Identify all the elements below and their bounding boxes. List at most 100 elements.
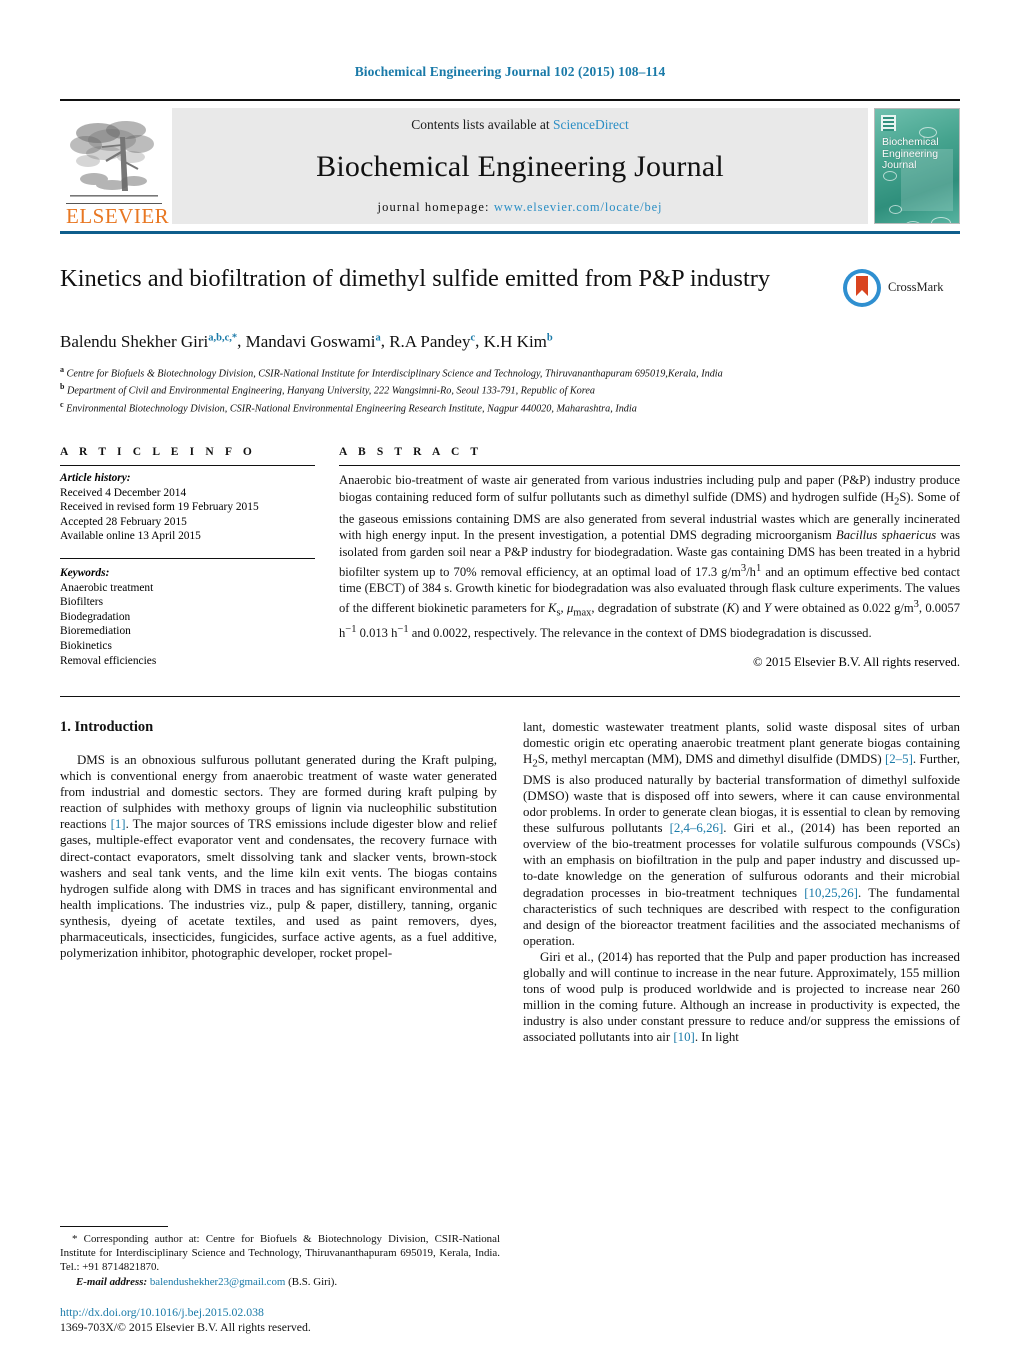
footnote-email-line: E-mail address: balendushekher23@gmail.c… xyxy=(60,1275,500,1289)
article-history-label: Article history: xyxy=(60,472,131,485)
author-affil-marks: b xyxy=(546,332,553,343)
bottom-metadata: http://dx.doi.org/10.1016/j.bej.2015.02.… xyxy=(60,1305,520,1335)
keyword-item: Anaerobic treatment xyxy=(60,581,154,594)
issn-copyright: 1369-703X/© 2015 Elsevier B.V. All right… xyxy=(60,1320,311,1334)
author-name: Balendu Shekher Giri xyxy=(60,331,209,351)
corresponding-author-footnote: * Corresponding author at: Centre for Bi… xyxy=(60,1226,500,1289)
email-label: E-mail address: xyxy=(76,1276,148,1288)
cover-bubble-icon xyxy=(905,221,921,223)
affiliation-text: Centre for Biofuels & Biotechnology Divi… xyxy=(66,368,723,380)
keyword-item: Removal efficiencies xyxy=(60,654,157,667)
paragraph-seg: . In light xyxy=(694,1030,739,1045)
keyword-item: Biodegradation xyxy=(60,610,131,623)
affiliation-item: b Department of Civil and Environmental … xyxy=(60,380,960,398)
abstract-text: Anaerobic bio-treatment of waste air gen… xyxy=(339,473,961,641)
crossmark-label: CrossMark xyxy=(888,280,944,294)
author-separator: , xyxy=(380,331,390,351)
author-separator: , xyxy=(475,331,484,351)
info-abstract-row: A R T I C L E I N F O Article history: R… xyxy=(60,446,960,670)
affiliation-mark: c xyxy=(60,400,64,410)
article-info-column: A R T I C L E I N F O Article history: R… xyxy=(60,446,315,670)
affiliation-item: c Environmental Biotechnology Division, … xyxy=(60,398,960,416)
citation-link[interactable]: [1] xyxy=(111,817,126,831)
abstract-column: A B S T R A C T Anaerobic bio-treatment … xyxy=(339,446,960,670)
history-item: Available online 13 April 2015 xyxy=(60,530,201,543)
author-name: K.H Kim xyxy=(483,331,547,351)
affiliation-text: Department of Civil and Environmental En… xyxy=(67,385,595,397)
contents-available-line: Contents lists available at ScienceDirec… xyxy=(411,117,628,133)
paragraph: lant, domestic wastewater treatment plan… xyxy=(523,719,960,949)
section-heading-introduction: 1. Introduction xyxy=(60,718,154,735)
keyword-item: Bioremediation xyxy=(60,625,131,638)
author-name: Mandavi Goswami xyxy=(245,331,376,351)
author-separator: , xyxy=(237,331,246,351)
cover-bubble-icon xyxy=(883,171,897,181)
abstract-superscript: −1 xyxy=(345,624,357,636)
author-entry: Balendu Shekher Giria,b,c,* xyxy=(60,332,237,351)
abstract-organism-name: Bacillus sphaericus xyxy=(836,528,937,543)
contents-prefix: Contents lists available at xyxy=(411,117,553,132)
abstract-symbol: Y xyxy=(763,601,771,616)
paragraph-seg: Giri et al., (2014) has reported that th… xyxy=(523,949,960,1045)
cover-title-line: Biochemical xyxy=(882,136,939,148)
homepage-url-link[interactable]: www.elsevier.com/locate/bej xyxy=(494,200,663,214)
cover-title-text: Biochemical Engineering Journal xyxy=(882,136,939,172)
paragraph-seg: S, methyl mercaptan (MM), DMS and dimeth… xyxy=(537,752,885,767)
email-link[interactable]: balendushekher23@gmail.com xyxy=(150,1276,286,1288)
history-item: Received in revised form 19 February 201… xyxy=(60,501,259,514)
citation-link[interactable]: [2,4–6,26] xyxy=(670,821,724,835)
abstract-seg: were obtained as 0.022 g/m xyxy=(770,601,914,616)
paragraph: DMS is an obnoxious sulfurous pollutant … xyxy=(60,752,497,961)
citation-link[interactable]: [2–5] xyxy=(885,752,913,766)
abstract-copyright: © 2015 Elsevier B.V. All rights reserved… xyxy=(753,654,960,669)
author-list: Balendu Shekher Giria,b,c,*, Mandavi Gos… xyxy=(60,327,960,352)
abstract-seg: and 0.0022, respectively. The relevance … xyxy=(408,626,872,641)
citation-link[interactable]: [10] xyxy=(673,1030,694,1044)
cover-title-line: Journal xyxy=(882,159,917,171)
abstract-seg: ) and xyxy=(734,601,764,616)
abstract-seg: Anaerobic bio-treatment of waste air gen… xyxy=(339,473,960,504)
sciencedirect-link[interactable]: ScienceDirect xyxy=(553,117,629,132)
elsevier-wordmark: ELSEVIER xyxy=(66,203,170,228)
keywords-label: Keywords: xyxy=(60,567,110,580)
email-owner: (B.S. Giri). xyxy=(285,1276,338,1288)
crossmark-icon xyxy=(842,268,882,308)
abstract-seg: , degradation of substrate ( xyxy=(591,601,727,616)
abstract-subscript: max xyxy=(573,607,592,619)
title-row: Kinetics and biofiltration of dimethyl s… xyxy=(60,264,960,308)
doi-link[interactable]: http://dx.doi.org/10.1016/j.bej.2015.02.… xyxy=(60,1305,520,1320)
paragraph-seg: . The major sources of TRS emissions inc… xyxy=(60,817,497,961)
abstract-superscript: −1 xyxy=(397,624,409,636)
masthead-center-panel: Contents lists available at ScienceDirec… xyxy=(172,108,868,224)
affiliation-item: a Centre for Biofuels & Biotechnology Di… xyxy=(60,363,960,381)
divider xyxy=(60,1226,168,1227)
abstract-subscript: s xyxy=(556,607,561,619)
keywords-block: Keywords: Anaerobic treatment Biofilters… xyxy=(60,559,315,668)
article-info-heading: A R T I C L E I N F O xyxy=(60,446,256,459)
abstract-seg: 0.013 h xyxy=(356,626,398,641)
elsevier-logo: ELSEVIER xyxy=(60,101,170,231)
body-column-right: lant, domestic wastewater treatment plan… xyxy=(523,719,960,1045)
elsevier-tree-icon xyxy=(70,121,158,197)
homepage-label: journal homepage: xyxy=(377,200,490,214)
body-column-left: 1. Introduction DMS is an obnoxious sulf… xyxy=(60,719,497,1045)
divider xyxy=(60,695,960,697)
journal-title: Biochemical Engineering Journal xyxy=(316,149,724,183)
page-title: Kinetics and biofiltration of dimethyl s… xyxy=(60,265,771,292)
history-item: Received 4 December 2014 xyxy=(60,486,187,499)
cover-publisher-logo-icon xyxy=(881,115,896,131)
affiliation-list: a Centre for Biofuels & Biotechnology Di… xyxy=(60,363,960,416)
citation-link[interactable]: [10,25,26] xyxy=(804,886,858,900)
title-wrapper: Kinetics and biofiltration of dimethyl s… xyxy=(60,264,842,308)
cover-bubble-icon xyxy=(931,217,951,223)
paragraph: Giri et al., (2014) has reported that th… xyxy=(523,949,960,1046)
abstract-heading: A B S T R A C T xyxy=(339,446,483,459)
crossmark-badge[interactable]: CrossMark xyxy=(842,264,960,308)
affiliation-mark: b xyxy=(60,382,65,392)
journal-cover-thumbnail[interactable]: Biochemical Engineering Journal xyxy=(874,108,960,224)
author-name: R.A Pandey xyxy=(389,331,471,351)
abstract-symbol: K xyxy=(726,601,735,616)
journal-masthead: ELSEVIER Contents lists available at Sci… xyxy=(60,99,960,234)
journal-homepage-line: journal homepage: www.elsevier.com/locat… xyxy=(378,200,663,215)
author-entry: Mandavi Goswamia xyxy=(246,332,381,351)
